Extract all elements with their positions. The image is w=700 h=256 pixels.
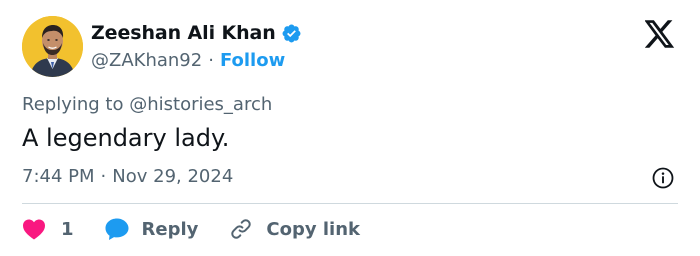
- info-icon[interactable]: [651, 166, 675, 190]
- copy-link-button[interactable]: Copy link: [228, 217, 360, 241]
- tweet-text: A legendary lady.: [22, 124, 230, 152]
- like-button[interactable]: 1: [22, 218, 74, 240]
- action-bar: 1 Reply Copy link: [22, 215, 360, 243]
- like-count: 1: [61, 218, 74, 240]
- reply-context: Replying to @histories_arch: [22, 94, 272, 115]
- follow-button[interactable]: Follow: [220, 50, 285, 71]
- author-name-row: Zeeshan Ali Khan: [91, 20, 302, 46]
- reply-label: Reply: [141, 218, 199, 240]
- author-handle-row: @ZAKhan92 · Follow: [91, 47, 285, 73]
- reply-context-prefix: Replying to: [22, 94, 124, 115]
- tweet-time: 7:44 PM: [22, 166, 95, 187]
- reply-mention-link[interactable]: @histories_arch: [129, 94, 272, 115]
- heart-icon: [22, 218, 46, 240]
- tweet-date: Nov 29, 2024: [112, 166, 234, 187]
- timestamp-separator: ·: [100, 166, 107, 187]
- divider: [22, 203, 678, 204]
- handle-separator: ·: [208, 49, 214, 71]
- avatar-photo: [22, 16, 83, 77]
- copy-link-label: Copy link: [266, 218, 360, 240]
- author-handle[interactable]: @ZAKhan92: [91, 50, 202, 71]
- verified-badge-icon: [281, 23, 302, 44]
- reply-button[interactable]: Reply: [104, 217, 199, 241]
- tweet-timestamp[interactable]: 7:44 PM · Nov 29, 2024: [22, 166, 233, 187]
- speech-bubble-icon: [104, 217, 130, 241]
- embedded-tweet-card: Zeeshan Ali Khan @ZAKhan92 · Follow Repl…: [0, 0, 700, 256]
- avatar[interactable]: [22, 16, 83, 77]
- x-logo-icon[interactable]: [644, 20, 675, 48]
- author-display-name[interactable]: Zeeshan Ali Khan: [91, 22, 276, 44]
- link-icon: [228, 217, 254, 241]
